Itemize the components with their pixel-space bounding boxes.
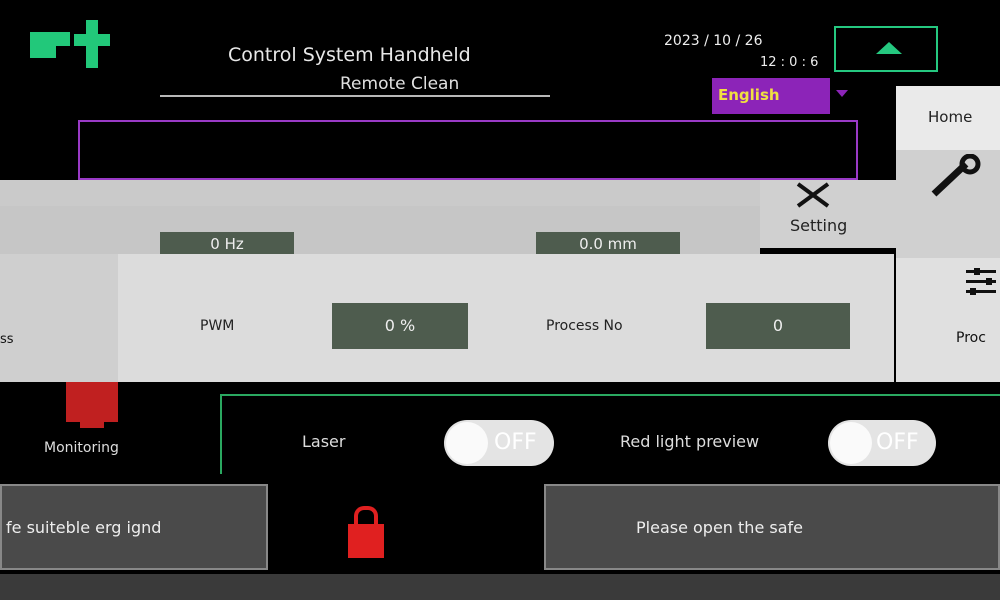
laser-frequency-value: 0 Hz (160, 232, 294, 256)
current-time: 12 : 0 : 6 (760, 55, 819, 70)
brand-logo (28, 20, 120, 68)
red-light-state: OFF (876, 430, 919, 455)
current-date: 2023 / 10 / 26 (664, 33, 763, 49)
dropdown-caret-icon[interactable] (836, 90, 848, 97)
red-light-toggle-knob (830, 422, 872, 464)
nav-home[interactable]: Home (896, 86, 1000, 150)
left-column-label: ss (0, 332, 14, 347)
monitor-icon[interactable] (66, 382, 118, 422)
pwm-label: PWM (200, 318, 235, 334)
monitoring-label: Monitoring (44, 440, 119, 456)
page-up-button[interactable] (834, 26, 938, 72)
process-no-label: Process No (546, 318, 623, 334)
laser-label: Laser (302, 432, 346, 451)
header-divider (160, 95, 550, 97)
setting-label: Setting (790, 216, 848, 235)
message-left: fe suiteble erg ignd (0, 484, 268, 570)
bottom-bar (0, 574, 1000, 600)
laser-toggle-knob (446, 422, 488, 464)
laser-state: OFF (494, 430, 537, 455)
nav-home-label: Home (928, 108, 973, 126)
nav-settings[interactable] (896, 150, 1000, 258)
message-left-text: fe suiteble erg ignd (6, 518, 162, 537)
message-right-text: Please open the safe (636, 518, 803, 537)
laser-toggle[interactable]: OFF (444, 420, 554, 466)
nav-process-label: Proc (956, 330, 986, 346)
tools-icon (796, 182, 830, 208)
app-subtitle: Remote Clean (340, 74, 460, 94)
tools-icon (931, 154, 981, 197)
red-light-label: Red light preview (620, 432, 760, 451)
lock-icon[interactable] (348, 506, 384, 558)
process-no-value[interactable]: 0 (706, 303, 850, 349)
message-right: Please open the safe (544, 484, 1000, 570)
status-panel (78, 120, 858, 180)
up-arrow-icon (876, 42, 902, 54)
language-select[interactable]: English (712, 78, 830, 114)
pwm-value[interactable]: 0 % (332, 303, 468, 349)
clean-width-value: 0.0 mm (536, 232, 680, 256)
left-column (0, 254, 118, 382)
setting-button[interactable]: Setting (760, 180, 896, 248)
nav-process[interactable] (896, 258, 1000, 382)
monitor-stand (80, 422, 104, 428)
app-title: Control System Handheld (228, 44, 471, 66)
red-light-toggle[interactable]: OFF (828, 420, 936, 466)
